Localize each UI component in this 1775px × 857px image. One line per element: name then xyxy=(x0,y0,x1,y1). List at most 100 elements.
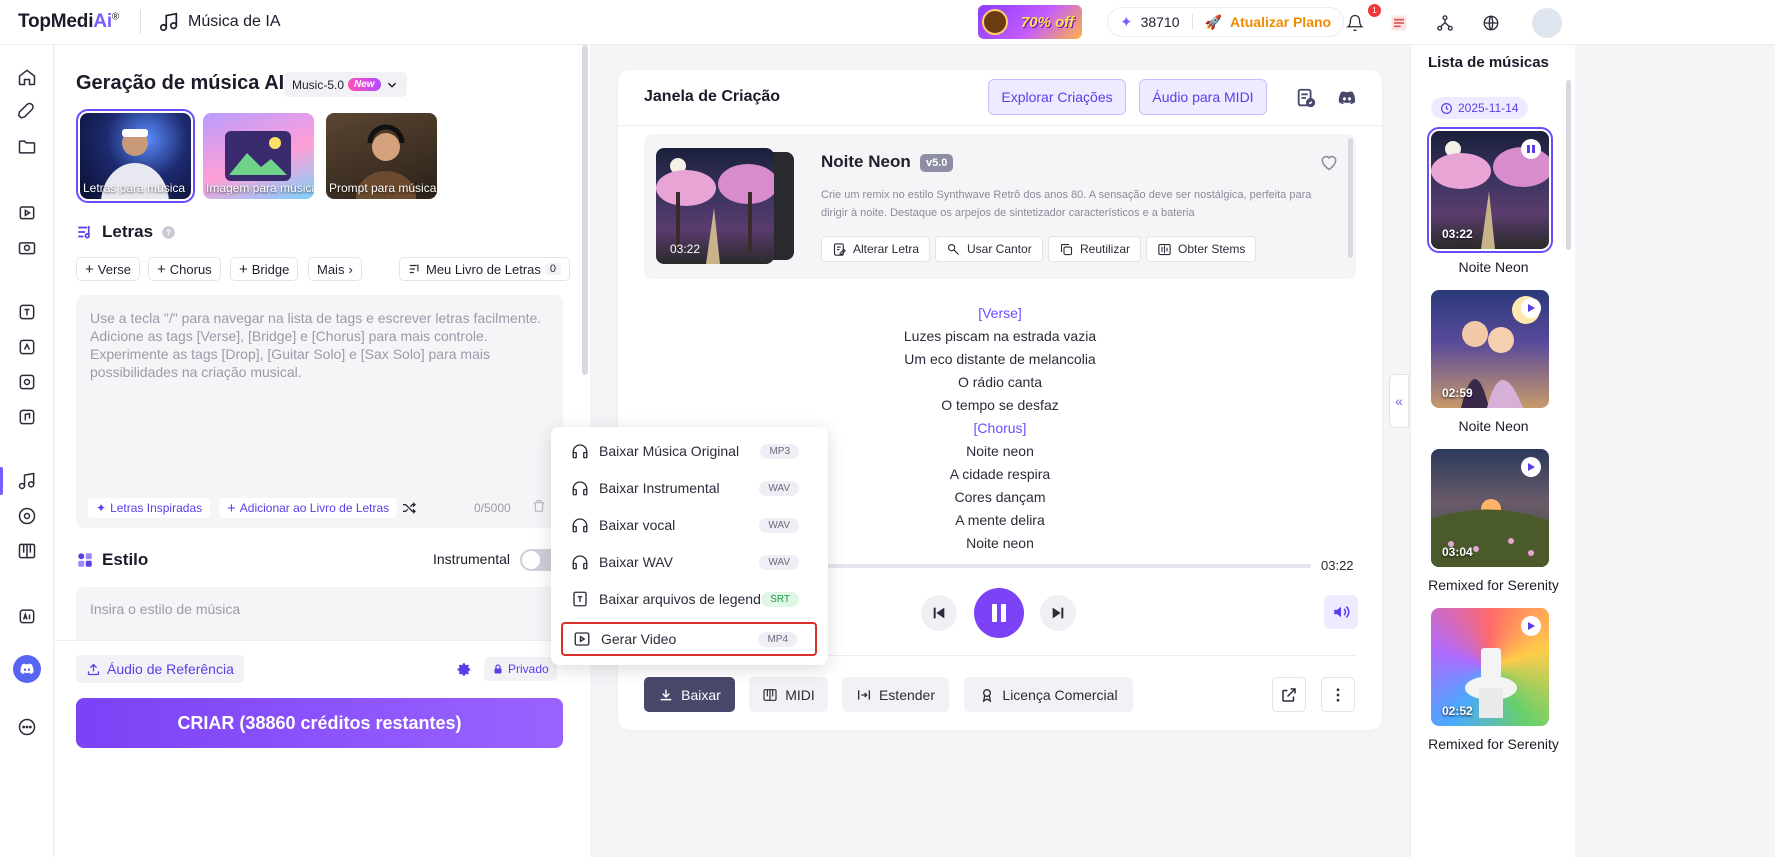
document-check-icon[interactable] xyxy=(1295,87,1317,109)
download-instrumental-item[interactable]: Baixar Instrumental WAV xyxy=(561,471,817,505)
reuse-button[interactable]: Reutilizar xyxy=(1048,236,1142,262)
volume-icon xyxy=(1334,606,1350,618)
extend-button[interactable]: Estender xyxy=(842,677,949,712)
more-options-button[interactable] xyxy=(1321,677,1355,712)
use-singer-button[interactable]: Usar Cantor xyxy=(935,236,1043,262)
lyrics-book-button[interactable]: Meu Livro de Letras 0 xyxy=(399,257,571,281)
shuffle-icon[interactable] xyxy=(401,500,417,516)
upgrade-plan-link[interactable]: Atualizar Plano xyxy=(1230,14,1331,30)
song-list-scrollbar[interactable] xyxy=(1566,80,1571,250)
cover-song-icon[interactable] xyxy=(17,407,37,427)
total-time: 03:22 xyxy=(1321,558,1354,573)
date-filter[interactable]: 2025-11-14 xyxy=(1431,97,1528,119)
trash-icon[interactable] xyxy=(531,498,547,514)
song-list-name[interactable]: Remixed for Serenity xyxy=(1411,577,1576,593)
play-small-button[interactable] xyxy=(1521,298,1541,318)
share-network-button[interactable] xyxy=(1431,9,1459,37)
credits-pill[interactable]: ✦ 38710 🚀 Atualizar Plano xyxy=(1107,7,1345,37)
lyrics-textarea[interactable]: Use a tecla "/" para navegar na lista de… xyxy=(76,295,563,528)
voice-clone-icon[interactable] xyxy=(17,337,37,357)
chip-more[interactable]: Mais › xyxy=(308,257,362,281)
song-cover[interactable]: 03:22 xyxy=(656,148,774,264)
folder-icon[interactable] xyxy=(17,137,37,157)
text-to-speech-icon[interactable] xyxy=(17,302,37,322)
download-button[interactable]: Baixar xyxy=(644,677,735,712)
inspired-lyrics-button[interactable]: ✦ Letras Inspiradas xyxy=(88,498,211,518)
chip-chorus[interactable]: + Chorus xyxy=(148,257,221,281)
user-avatar[interactable] xyxy=(1532,8,1562,38)
panel-scrollbar[interactable] xyxy=(582,45,588,375)
play-small-button[interactable] xyxy=(1521,457,1541,477)
previous-button[interactable] xyxy=(921,595,957,631)
piano-icon[interactable] xyxy=(17,541,37,561)
style-heading-text: Estilo xyxy=(102,550,149,569)
language-button[interactable] xyxy=(1477,9,1505,37)
brand-logo[interactable]: TopMediAi® xyxy=(18,11,119,33)
mode-lyrics-to-music[interactable]: Letras para música xyxy=(76,109,195,203)
chip-bridge[interactable]: + Bridge xyxy=(230,257,299,281)
inspired-lyrics-pill[interactable]: ✦ Letras Inspiradas xyxy=(88,498,211,518)
lyrics-heading-text: Letras xyxy=(102,222,154,241)
lyrics-book-count: 0 xyxy=(544,263,562,275)
rocket-nav-icon[interactable] xyxy=(17,102,37,122)
song-thumbnail[interactable]: 02:52 xyxy=(1431,608,1549,726)
add-to-book-pill[interactable]: + Adicionar ao Livro de Letras xyxy=(219,498,398,518)
song-list-name[interactable]: Noite Neon xyxy=(1411,418,1576,434)
mode-image-to-music[interactable]: Imagem para música xyxy=(203,113,314,199)
collapse-panel-button[interactable]: « xyxy=(1389,374,1409,428)
chat-support-icon[interactable] xyxy=(17,717,37,737)
mode-prompt-to-music[interactable]: Prompt para música xyxy=(326,113,437,199)
get-stems-button[interactable]: Obter Stems xyxy=(1146,236,1257,262)
download-subtitles-item[interactable]: Baixar arquivos de legenda SRT xyxy=(561,582,817,616)
vinyl-icon[interactable] xyxy=(17,506,37,526)
camera-icon[interactable] xyxy=(17,237,37,257)
chip-verse[interactable]: + Verse xyxy=(76,257,141,281)
style-input[interactable]: Insira o estilo de música xyxy=(76,587,563,647)
char-count: 0/5000 xyxy=(474,501,511,515)
song-thumbnail[interactable]: 02:59 xyxy=(1431,290,1549,408)
download-original-item[interactable]: Baixar Música Original MP3 xyxy=(561,434,817,468)
pause-button[interactable] xyxy=(974,588,1024,638)
change-lyrics-button[interactable]: Alterar Letra xyxy=(821,236,931,262)
privacy-button[interactable]: Privado xyxy=(484,657,557,681)
next-button[interactable] xyxy=(1040,595,1076,631)
song-list-name[interactable]: Remixed for Serenity xyxy=(1411,736,1576,752)
share-button[interactable] xyxy=(1272,677,1306,712)
audio-changer-icon[interactable] xyxy=(17,372,37,392)
audio-to-midi-button[interactable]: Áudio para MIDI xyxy=(1139,79,1267,115)
music-nav-icon[interactable] xyxy=(17,471,37,491)
discord-rail-button[interactable] xyxy=(13,655,41,683)
generate-video-item[interactable]: Gerar Video MP4 xyxy=(561,622,817,656)
task-list-button[interactable] xyxy=(1385,9,1413,37)
commercial-license-button[interactable]: Licença Comercial xyxy=(964,677,1133,712)
video-edit-icon[interactable] xyxy=(17,202,37,222)
home-icon[interactable] xyxy=(17,67,37,87)
song-card-scrollbar[interactable] xyxy=(1348,138,1353,258)
song-thumbnail[interactable]: 03:04 xyxy=(1431,449,1549,567)
help-icon[interactable]: ? xyxy=(161,225,176,240)
download-vocal-item[interactable]: Baixar vocal WAV xyxy=(561,508,817,542)
heart-icon[interactable] xyxy=(1319,152,1339,172)
ai-tools-icon[interactable] xyxy=(17,606,37,626)
add-to-book-button[interactable]: + Adicionar ao Livro de Letras xyxy=(219,498,398,518)
song-list-name[interactable]: Noite Neon xyxy=(1411,259,1576,275)
settings-button[interactable] xyxy=(453,657,475,681)
chevron-down-icon xyxy=(387,82,396,88)
pause-small-button[interactable] xyxy=(1521,139,1541,159)
model-selector[interactable]: Music-5.0 New xyxy=(284,72,407,97)
volume-button[interactable] xyxy=(1324,595,1358,629)
promo-banner[interactable]: 70% off xyxy=(978,5,1082,39)
explore-creations-button[interactable]: Explorar Criações xyxy=(988,79,1126,115)
credits-value: 38710 xyxy=(1140,14,1180,30)
discord-icon[interactable] xyxy=(1336,88,1358,108)
song-thumbnail[interactable]: 03:22 xyxy=(1427,127,1553,253)
download-wav-item[interactable]: Baixar WAV WAV xyxy=(561,545,817,579)
progress-bar[interactable] xyxy=(826,564,1311,568)
format-badge: WAV xyxy=(759,554,799,570)
midi-button[interactable]: MIDI xyxy=(749,677,828,712)
play-small-button[interactable] xyxy=(1521,616,1541,636)
headphones-icon xyxy=(571,516,589,534)
reference-audio-button[interactable]: Áudio de Referência xyxy=(76,655,244,683)
notification-button[interactable] xyxy=(1341,9,1369,37)
create-button[interactable]: CRIAR (38860 créditos restantes) xyxy=(76,698,563,748)
